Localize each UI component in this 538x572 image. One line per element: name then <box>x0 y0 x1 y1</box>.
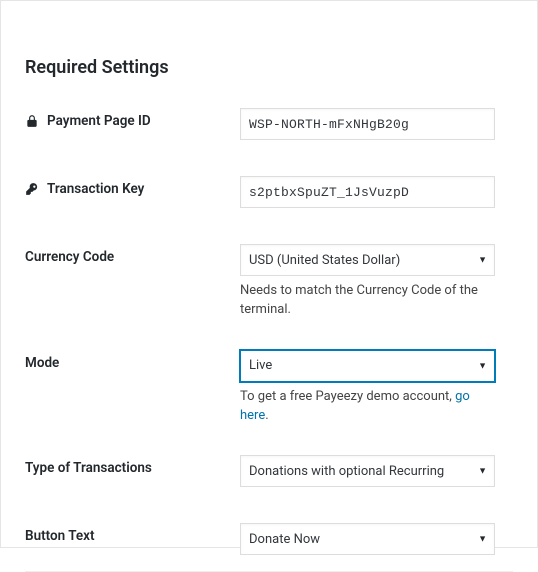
label-text: Transaction Key <box>47 181 144 197</box>
mode-help: To get a free Payeezy demo account, go h… <box>240 388 495 426</box>
field-type-of-transactions: Type of Transactions Donations with opti… <box>25 455 513 487</box>
label-type-of-transactions: Type of Transactions <box>25 455 240 476</box>
label-text: Payment Page ID <box>47 113 151 129</box>
lock-icon <box>25 113 41 129</box>
label-text: Button Text <box>25 528 95 544</box>
mode-select[interactable]: Live <box>240 350 495 382</box>
currency-code-help: Needs to match the Currency Code of the … <box>240 282 495 320</box>
label-transaction-key: Transaction Key <box>25 176 240 197</box>
label-button-text: Button Text <box>25 523 240 544</box>
label-currency-code: Currency Code <box>25 244 240 265</box>
mode-help-suffix: . <box>265 408 268 423</box>
field-currency-code: Currency Code USD (United States Dollar)… <box>25 244 513 320</box>
button-text-select[interactable]: Donate Now <box>240 523 495 555</box>
currency-code-select[interactable]: USD (United States Dollar) <box>240 244 495 276</box>
payment-page-id-input[interactable] <box>240 108 495 140</box>
field-payment-page-id: Payment Page ID <box>25 108 513 140</box>
label-text: Currency Code <box>25 249 114 265</box>
type-of-transactions-select[interactable]: Donations with optional Recurring <box>240 455 495 487</box>
key-icon <box>25 181 41 197</box>
field-transaction-key: Transaction Key <box>25 176 513 208</box>
label-text: Type of Transactions <box>25 460 152 476</box>
field-mode: Mode Live To get a free Payeezy demo acc… <box>25 350 513 426</box>
label-payment-page-id: Payment Page ID <box>25 108 240 129</box>
mode-help-prefix: To get a free Payeezy demo account, <box>240 389 455 404</box>
label-text: Mode <box>25 355 59 371</box>
label-mode: Mode <box>25 350 240 371</box>
transaction-key-input[interactable] <box>240 176 495 208</box>
section-title: Required Settings <box>25 57 513 78</box>
field-button-text: Button Text Donate Now <box>25 523 513 555</box>
